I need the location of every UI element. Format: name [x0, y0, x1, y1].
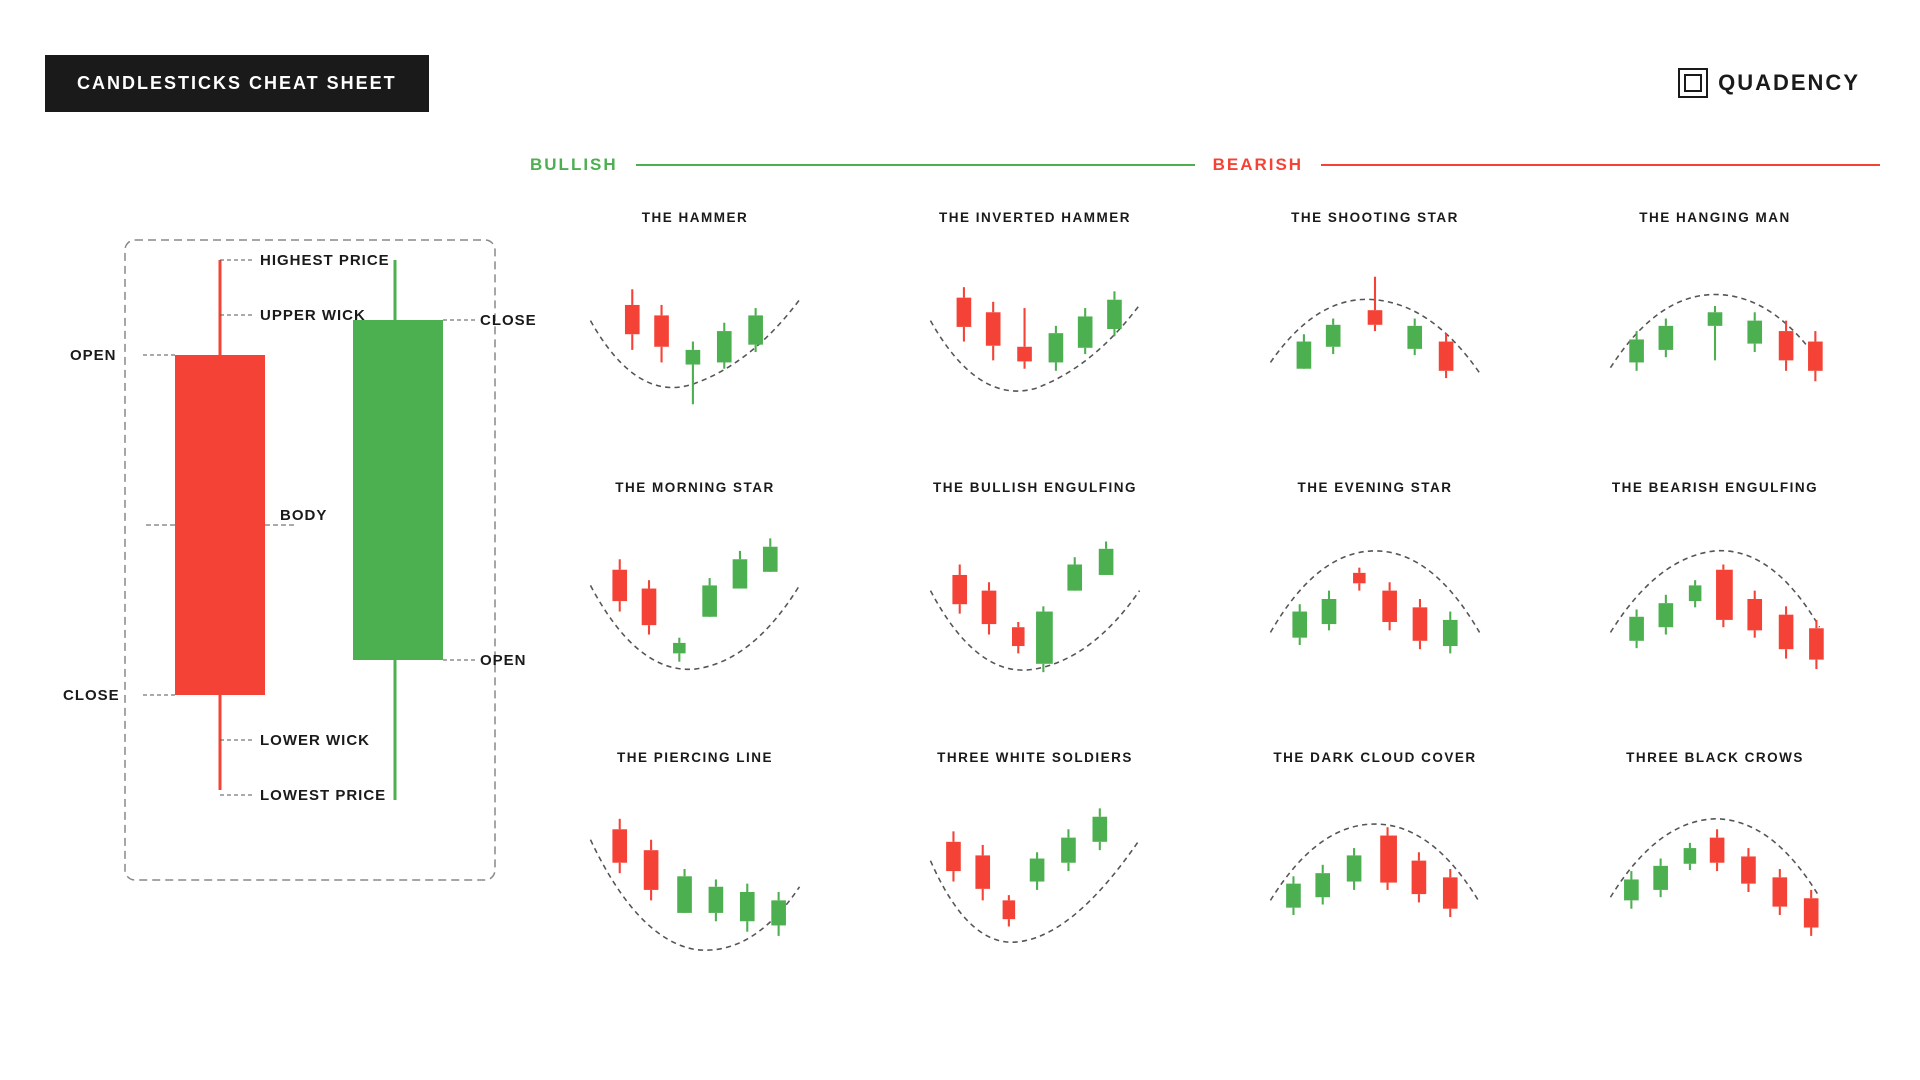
svg-text:LOWEST PRICE: LOWEST PRICE	[260, 787, 386, 804]
pattern-bearish-engulfing-svg	[1600, 507, 1830, 716]
pattern-shooting-star-svg	[1260, 237, 1490, 436]
pattern-hanging-man-title: THE HANGING MAN	[1639, 210, 1791, 225]
patterns-area: BULLISH BEARISH THE HAMMER	[530, 155, 1880, 1000]
pattern-three-white-soldiers: THREE WHITE SOLDIERS	[870, 740, 1200, 1000]
pattern-morning-star-title: THE MORNING STAR	[615, 480, 775, 495]
pattern-dark-cloud-cover-title: THE DARK CLOUD COVER	[1273, 750, 1476, 765]
svg-text:HIGHEST PRICE: HIGHEST PRICE	[260, 252, 390, 269]
pattern-piercing-line-title: THE PIERCING LINE	[617, 750, 773, 765]
pattern-hammer: THE HAMMER	[530, 200, 860, 460]
svg-text:OPEN: OPEN	[480, 652, 527, 669]
pattern-evening-star-svg	[1260, 507, 1490, 716]
bearish-label: BEARISH	[1213, 155, 1304, 175]
candle-diagram-svg: HIGHEST PRICE UPPER WICK CLOSE OPEN BODY…	[45, 200, 565, 920]
bearish-line	[1321, 164, 1880, 166]
pattern-dark-cloud-cover-svg	[1260, 777, 1490, 986]
pattern-three-white-soldiers-svg	[920, 777, 1150, 986]
patterns-grid: THE HAMMER	[530, 200, 1880, 1000]
pattern-bullish-engulfing-title: THE BULLISH ENGULFING	[933, 480, 1137, 495]
title: CANDLESTICKS CHEAT SHEET	[77, 73, 397, 93]
pattern-bearish-engulfing-title: THE BEARISH ENGULFING	[1612, 480, 1818, 495]
pattern-bullish-engulfing-svg	[920, 507, 1150, 716]
pattern-shooting-star-title: THE SHOOTING STAR	[1291, 210, 1459, 225]
pattern-inverted-hammer-title: THE INVERTED HAMMER	[939, 210, 1131, 225]
pattern-hammer-title: THE HAMMER	[642, 210, 749, 225]
svg-text:LOWER WICK: LOWER WICK	[260, 732, 370, 749]
pattern-three-white-soldiers-title: THREE WHITE SOLDIERS	[937, 750, 1133, 765]
pattern-shooting-star: THE SHOOTING STAR	[1210, 200, 1540, 460]
pattern-hammer-svg	[580, 237, 810, 436]
svg-text:UPPER WICK: UPPER WICK	[260, 307, 366, 324]
pattern-hanging-man: THE HANGING MAN	[1550, 200, 1880, 460]
pattern-hanging-man-svg	[1600, 237, 1830, 436]
pattern-piercing-line-svg	[580, 777, 810, 986]
bullish-label: BULLISH	[530, 155, 618, 175]
logo-text: QUADENCY	[1718, 70, 1860, 96]
pattern-piercing-line: THE PIERCING LINE	[530, 740, 860, 1000]
pattern-morning-star: THE MORNING STAR	[530, 470, 860, 730]
pattern-inverted-hammer: THE INVERTED HAMMER	[870, 200, 1200, 460]
logo: QUADENCY	[1678, 68, 1860, 98]
pattern-evening-star-title: THE EVENING STAR	[1297, 480, 1452, 495]
pattern-evening-star: THE EVENING STAR	[1210, 470, 1540, 730]
svg-text:CLOSE: CLOSE	[63, 687, 120, 704]
header-badge: CANDLESTICKS CHEAT SHEET	[45, 55, 429, 112]
svg-text:CLOSE: CLOSE	[480, 312, 537, 329]
pattern-bearish-engulfing: THE BEARISH ENGULFING	[1550, 470, 1880, 730]
pattern-three-black-crows: THREE BLACK CROWS	[1550, 740, 1880, 1000]
svg-text:OPEN: OPEN	[70, 347, 117, 364]
pattern-bullish-engulfing: THE BULLISH ENGULFING	[870, 470, 1200, 730]
pattern-three-black-crows-svg	[1600, 777, 1830, 986]
pattern-inverted-hammer-svg	[920, 237, 1150, 436]
candle-diagram-area: HIGHEST PRICE UPPER WICK CLOSE OPEN BODY…	[45, 200, 565, 960]
bullish-line	[636, 164, 1195, 166]
category-header: BULLISH BEARISH	[530, 155, 1880, 175]
pattern-dark-cloud-cover: THE DARK CLOUD COVER	[1210, 740, 1540, 1000]
logo-icon	[1678, 68, 1708, 98]
svg-text:BODY: BODY	[280, 507, 327, 524]
pattern-morning-star-svg	[580, 507, 810, 716]
pattern-three-black-crows-title: THREE BLACK CROWS	[1626, 750, 1804, 765]
